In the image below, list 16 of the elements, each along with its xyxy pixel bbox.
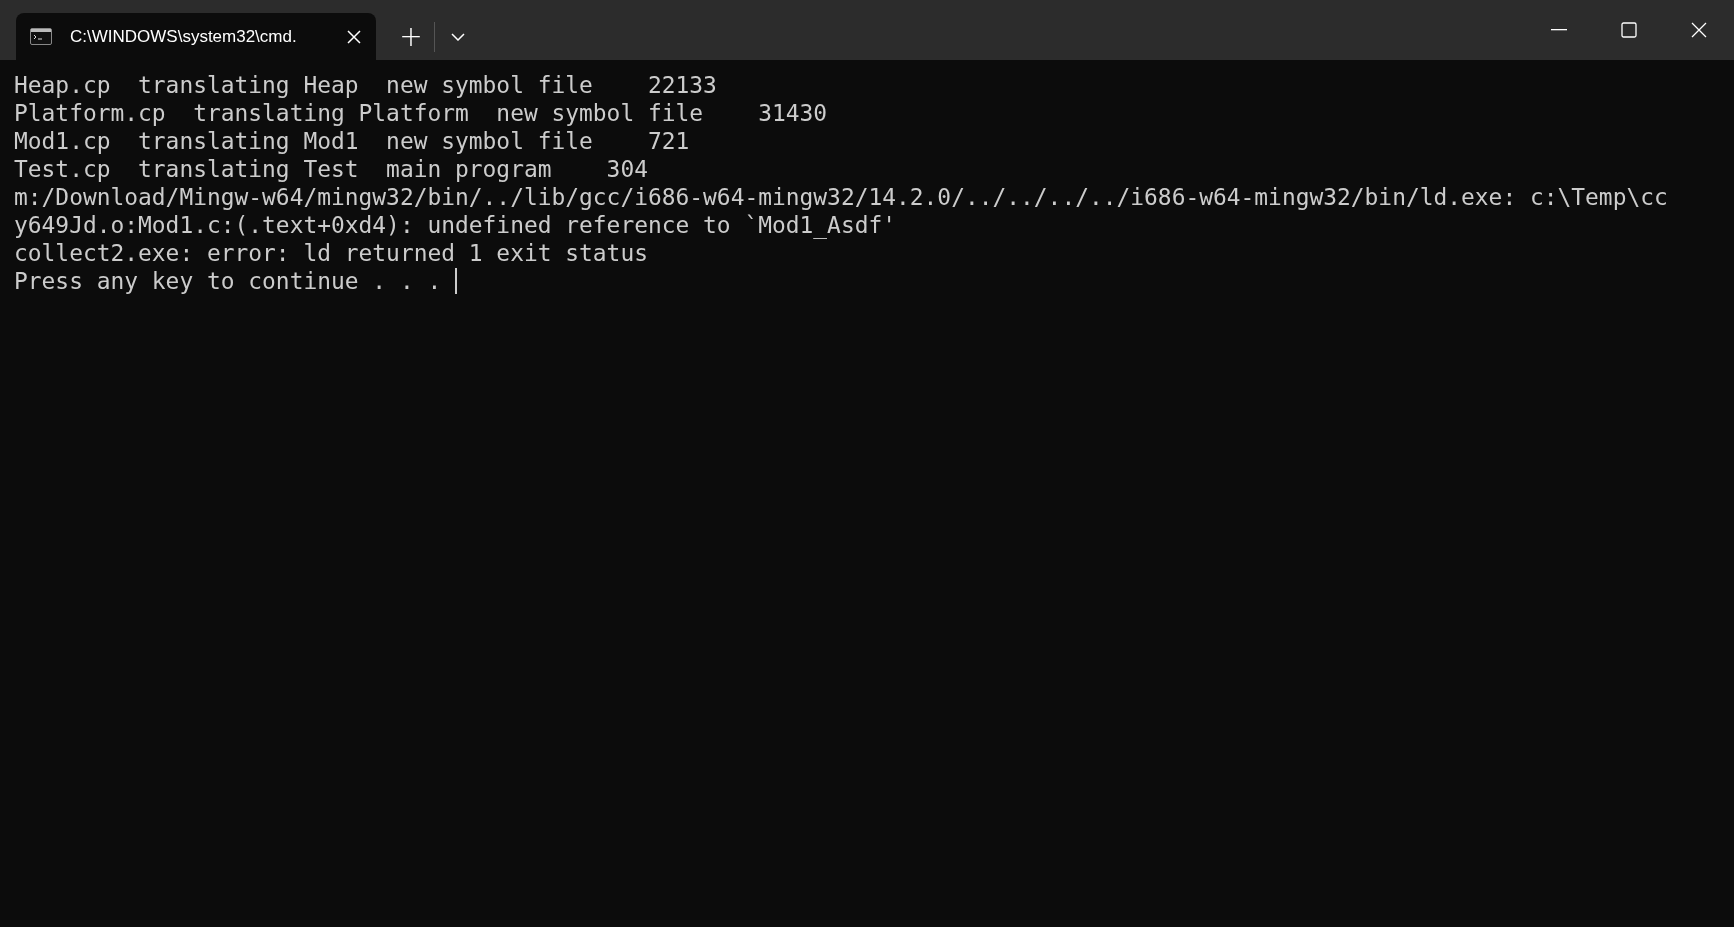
- console-output-line: Platform.cp translating Platform new symbol file 31430: [14, 99, 828, 127]
- minimize-icon[interactable]: [1551, 29, 1567, 31]
- close-tab-icon[interactable]: [346, 28, 362, 45]
- console-output-line: Heap.cp translating Heap new symbol file 22133: [14, 71, 717, 99]
- console-output-line: Press any key to continue . . .: [14, 267, 443, 295]
- terminal-tab[interactable]: C:\WINDOWS\system32\cmd.: [16, 13, 376, 60]
- close-icon[interactable]: [1691, 22, 1707, 38]
- console-output-line: m:/Download/Mingw-w64/mingw32/bin/../lib/gcc/i686-w64-mingw32/14.2.0/../../../../i686-w64-mingw32/bin/ld.exe: c:\Temp\cc: [14, 183, 1668, 211]
- console-output-line: collect2.exe: error: ld returned 1 exit status: [14, 239, 648, 267]
- console-output-line: Mod1.cp translating Mod1 new symbol file 721: [14, 127, 690, 155]
- console-output-line: y649Jd.o:Mod1.c:(.text+0xd4): undefined reference to `Mod1_Asdf': [14, 211, 896, 239]
- new-tab-button[interactable]: +: [388, 13, 434, 60]
- maximize-icon[interactable]: [1621, 22, 1637, 38]
- tab-title: C:\WINDOWS\system32\cmd.: [70, 26, 298, 47]
- console-output-line: Test.cp translating Test main program 304: [14, 155, 648, 183]
- terminal-icon: [30, 28, 52, 45]
